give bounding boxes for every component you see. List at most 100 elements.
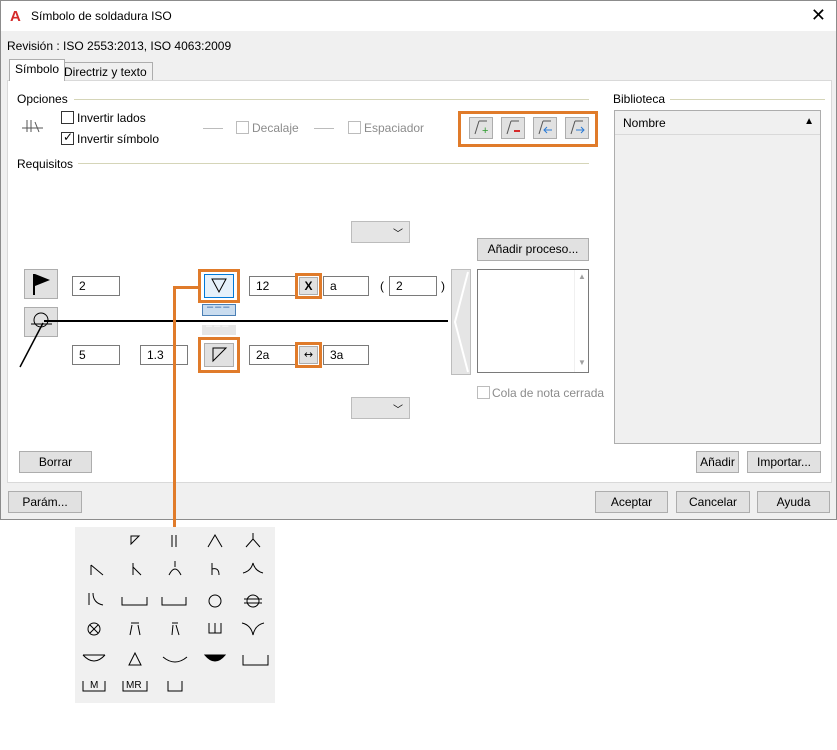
tail-scrollbar[interactable]: ▲ ▼ [574,270,588,372]
add-weld-icon: + [474,120,488,137]
options-label: Opciones [17,92,68,106]
library-divider [670,99,825,100]
spacer-checkbox[interactable] [348,121,361,134]
ok-button[interactable]: Aceptar [595,491,668,513]
j-butt-icon [211,563,220,576]
top-process-combo[interactable]: ﹀ [351,221,410,243]
add-weld-button[interactable]: + [469,117,493,139]
melt-through-icon [167,681,183,692]
permanent-backing-label: M [90,680,99,691]
library-name-column: Nombre [623,116,666,130]
close-icon[interactable]: ✕ [811,5,826,26]
top-contour-button[interactable]: ––– [202,301,236,316]
flare-edge-icon [241,622,265,636]
top-paren-close: ) [441,279,445,293]
fillet-icon [128,651,142,666]
leader-arrow-line [19,322,44,368]
sort-ascending-icon: ▲ [804,116,814,127]
bevel-symbol-icon [130,535,141,546]
u-butt-icon [168,561,182,576]
top-size-field[interactable]: 12 [249,276,297,296]
flush-weld-icon [203,654,227,662]
remove-weld-icon [506,120,520,135]
flare-bevel-icon [88,592,104,606]
library-add-button[interactable]: Añadir [696,451,739,473]
spacer-label: Espaciador [364,121,425,135]
weld-reference-icon [22,120,43,133]
v-groove-icon [211,278,227,294]
revision-text: Revisión : ISO 2553:2013, ISO 4063:2009 [7,39,232,53]
steep-bevel-icon [171,622,180,636]
surfacing-icon [161,597,187,606]
symbol-panel: Opciones Invertir lados ✓ Invertir símbo… [7,80,832,483]
bottom-prefix-field[interactable]: 5 [72,345,120,365]
tab-symbol[interactable]: Símbolo [9,59,66,81]
requirements-divider [78,163,589,164]
library-list[interactable]: Nombre ▲ [614,110,821,444]
bottom-length-field[interactable]: 3a [323,345,369,365]
weld-symbol-dialog: A Símbolo de soldadura ISO ✕ Revisión : … [0,0,837,520]
move-left-button[interactable] [533,117,557,139]
add-process-button[interactable]: Añadir proceso... [477,238,589,261]
convex-icon [82,654,106,662]
spacer-line [314,128,334,129]
invert-symbol-checkbox[interactable]: ✓ [61,130,74,145]
half-v-icon [90,564,104,576]
tail-note-text[interactable]: ▲ ▼ [477,269,589,373]
tail-icon [453,271,469,373]
arrow-right-weld-icon [570,120,585,135]
params-button[interactable]: Parám... [8,491,82,513]
top-pitch-field[interactable]: 2 [389,276,437,296]
tail-button[interactable] [451,269,471,375]
bevel-groove-icon [212,347,228,363]
closed-tail-checkbox[interactable] [477,386,490,399]
offset-line [203,128,223,129]
flare-v-icon [242,562,264,574]
move-right-button[interactable] [565,117,589,139]
concave-icon [162,656,188,663]
bottom-stagger-button[interactable]: ↔ [299,346,318,364]
options-divider [74,99,589,100]
bottom-weld-symbol-button[interactable] [204,343,234,367]
callout-line-vertical [173,286,176,538]
bottom-depth-field[interactable]: 1.3 [140,345,188,365]
remove-weld-button[interactable] [501,117,525,139]
app-icon: A [10,8,21,25]
invert-sides-label: Invertir lados [77,111,146,125]
cancel-button[interactable]: Cancelar [676,491,750,513]
bottom-size-field[interactable]: 2a [249,345,297,365]
v-butt-icon [207,534,223,548]
removable-backing-label: MR [126,680,142,691]
top-paren-open: ( [380,279,384,293]
reference-line [44,320,448,322]
backing-strip-icon [242,655,269,666]
bottom-process-combo[interactable]: ﹀ [351,397,410,419]
library-label: Biblioteca [613,92,666,106]
top-prefix-field[interactable]: 2 [72,276,120,296]
half-y-icon [132,563,142,576]
clear-button[interactable]: Borrar [19,451,92,473]
help-button[interactable]: Ayuda [757,491,830,513]
library-import-button[interactable]: Importar... [747,451,821,473]
weld-symbol-palette: M MR [75,527,275,703]
tab-leader-text[interactable]: Directriz y texto [58,62,153,82]
top-length-field[interactable]: a [323,276,369,296]
invert-sides-checkbox[interactable] [61,111,74,124]
backing-icon [121,597,148,606]
requirements-label: Requisitos [17,157,74,171]
top-intermittent-button[interactable]: X [299,277,318,295]
window-title: Símbolo de soldadura ISO [31,9,172,23]
steep-v-icon [129,622,141,636]
library-column-header[interactable]: Nombre ▲ [615,111,820,135]
flag-button[interactable] [24,269,58,299]
offset-checkbox[interactable] [236,121,249,134]
bottom-contour-button[interactable]: ––– [202,320,236,335]
callout-line-horizontal [173,286,198,289]
svg-text:+: + [482,125,488,136]
y-butt-icon [245,533,261,548]
seam-weld-icon [246,594,260,608]
top-weld-symbol-button[interactable] [204,274,234,298]
weld-symbol-glyphs [82,533,269,692]
flag-icon [33,274,50,295]
closed-tail-label: Cola de nota cerrada [492,386,605,400]
